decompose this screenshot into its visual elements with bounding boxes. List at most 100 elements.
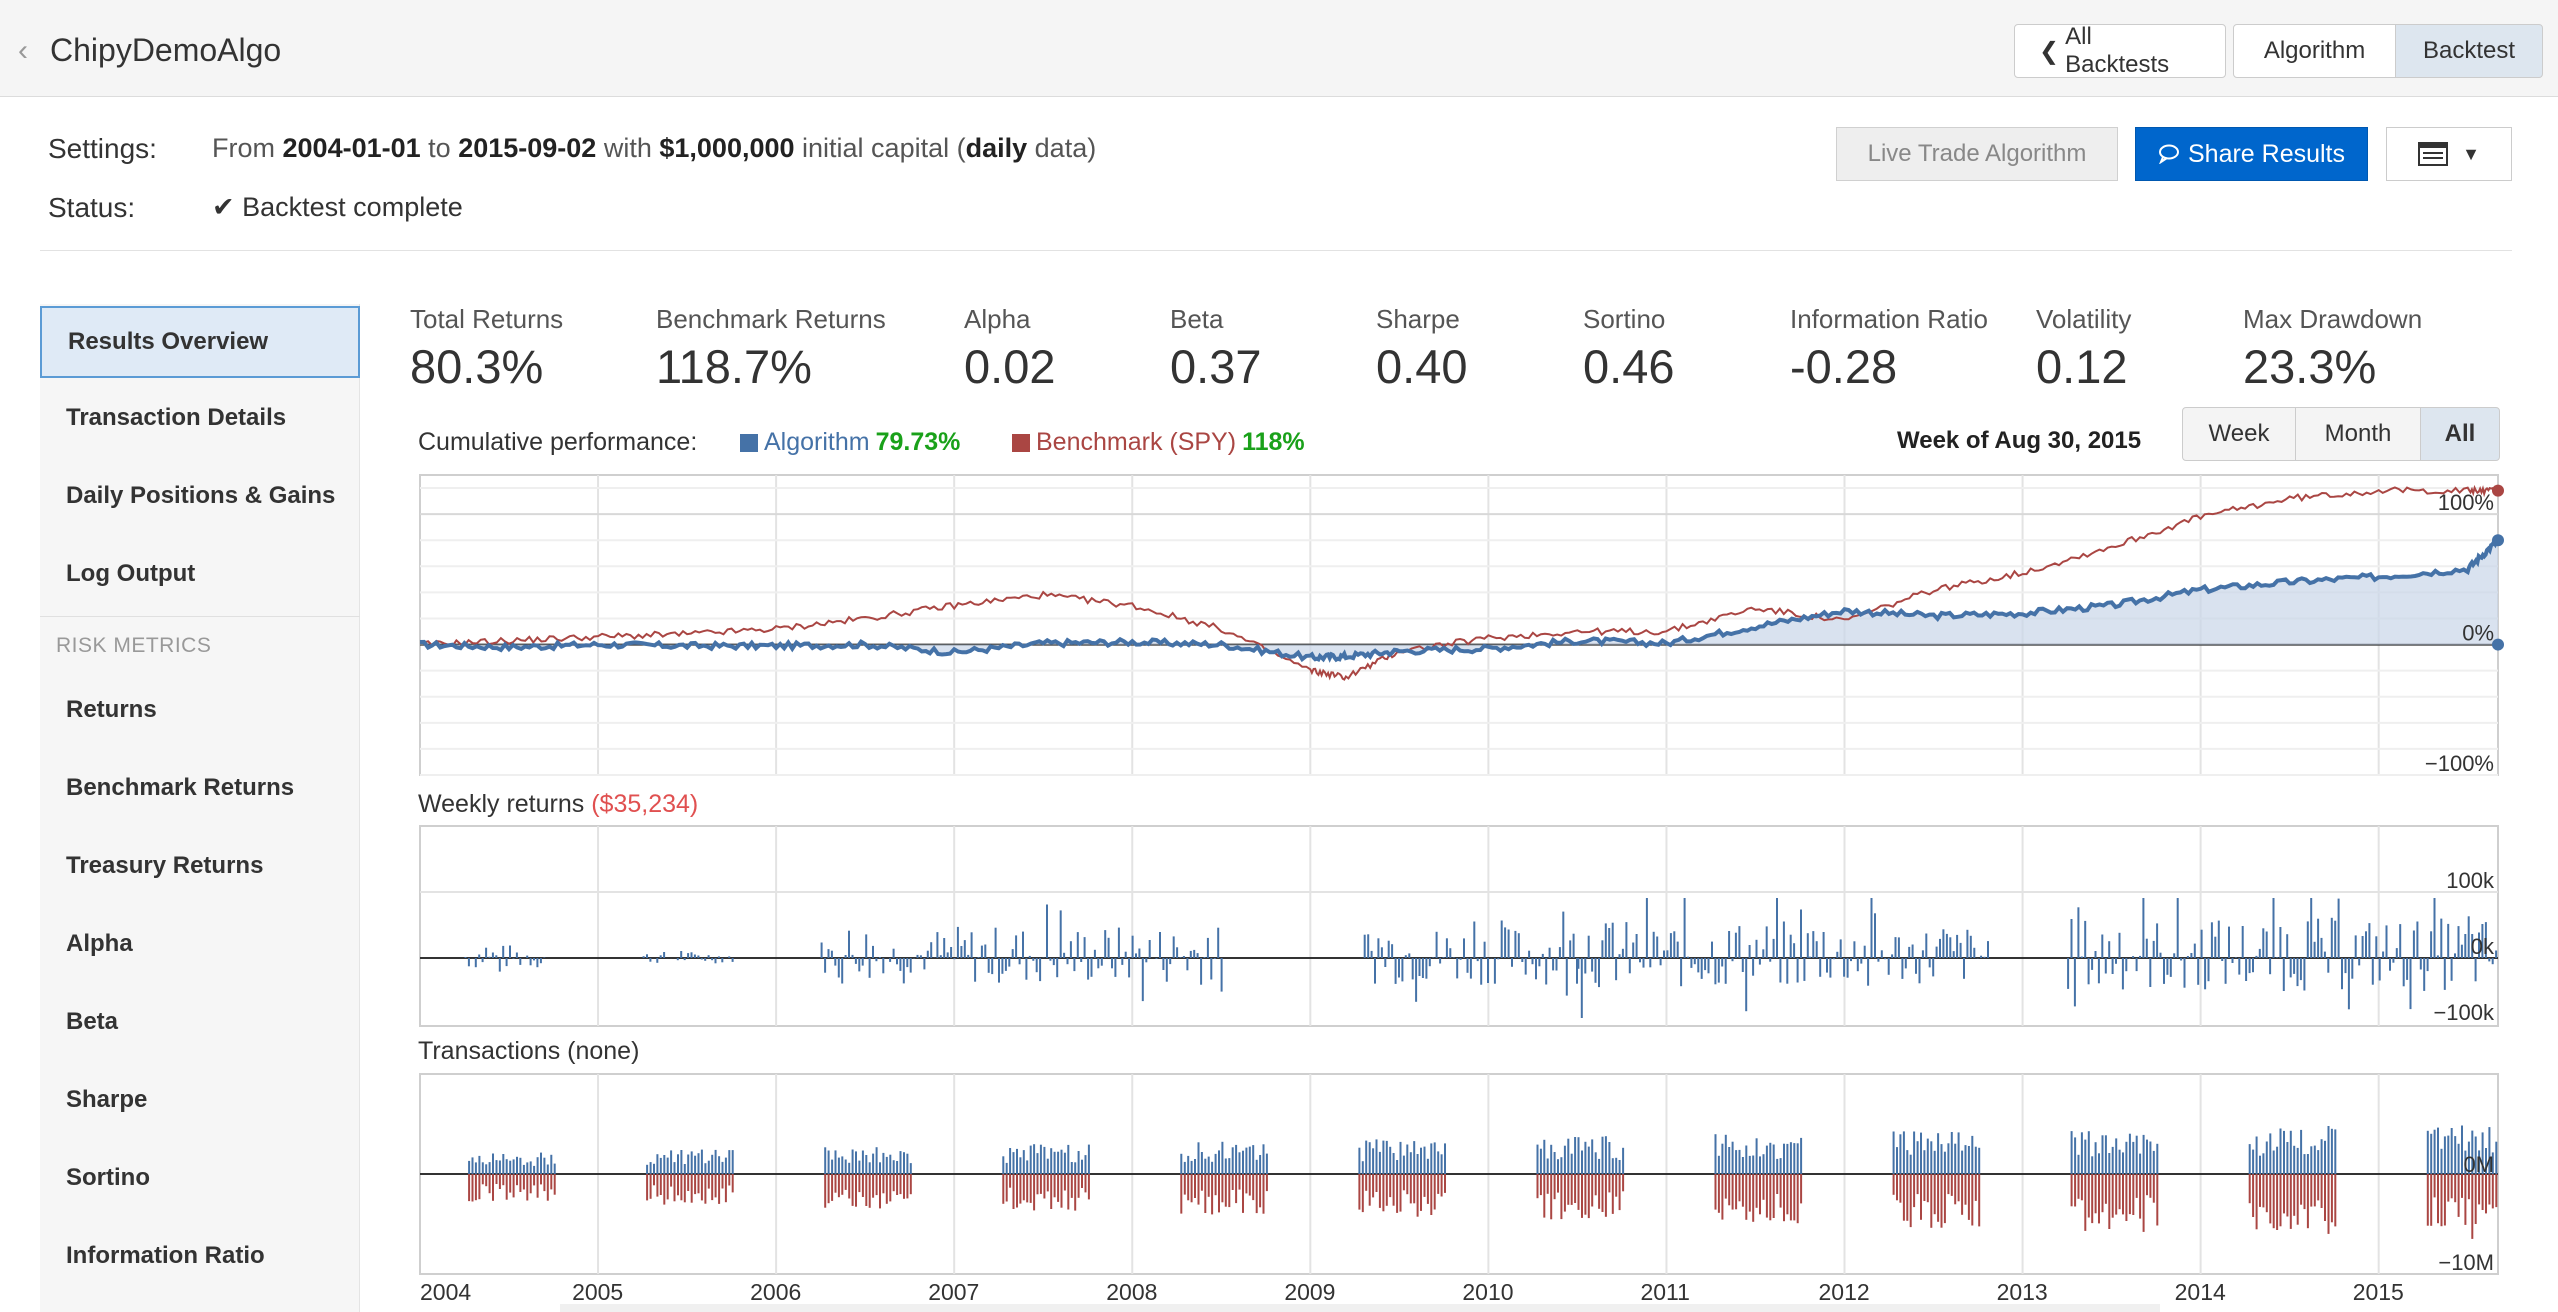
sidebar-item-results-overview[interactable]: Results Overview xyxy=(40,306,360,378)
sell-transaction-bar xyxy=(529,1174,532,1194)
sell-transaction-bar xyxy=(690,1174,693,1203)
back-chevron-icon[interactable]: ‹ xyxy=(18,36,28,66)
sidebar-item-information-ratio[interactable]: Information Ratio xyxy=(40,1220,360,1292)
all-backtests-button[interactable]: ❮ All Backtests xyxy=(2014,23,2226,78)
sidebar-item-returns[interactable]: Returns xyxy=(40,674,360,746)
weekly-return-bar xyxy=(2426,958,2429,972)
metric-value: 23.3% xyxy=(2243,340,2377,393)
sell-transaction-bar xyxy=(2317,1174,2320,1201)
weekly-return-bar xyxy=(1731,958,1734,962)
weekly-return-bar xyxy=(998,958,1000,983)
sell-transaction-bar xyxy=(2461,1174,2463,1198)
buy-transaction-bar xyxy=(1731,1141,1734,1174)
weekly-return-bar xyxy=(1004,958,1007,971)
sidebar-item-transaction-details[interactable]: Transaction Details xyxy=(40,382,360,454)
weekly-return-bar xyxy=(676,958,679,961)
buy-transaction-bar xyxy=(2276,1146,2279,1174)
weekly-return-bar xyxy=(502,945,505,958)
sell-transaction-bar xyxy=(1242,1174,1244,1213)
weekly-return-bar xyxy=(1090,958,1093,977)
sell-transaction-bar xyxy=(1892,1174,1895,1195)
range-all-button[interactable]: All xyxy=(2420,407,2500,461)
weekly-return-bar xyxy=(2406,958,2409,980)
sidebar-item-sortino[interactable]: Sortino xyxy=(40,1142,360,1214)
sell-transaction-bar xyxy=(2080,1174,2083,1201)
x-tick-label: 2006 xyxy=(750,1279,801,1305)
buy-transaction-bar xyxy=(1587,1146,1590,1174)
weekly-return-bar xyxy=(861,958,864,966)
weekly-return-bar xyxy=(2368,923,2371,958)
weekly-return-bar xyxy=(1093,949,1096,958)
sidebar-item-treasury-returns[interactable]: Treasury Returns xyxy=(40,830,360,902)
sidebar-item-beta[interactable]: Beta xyxy=(40,986,360,1058)
sidebar-item-sharpe[interactable]: Sharpe xyxy=(40,1064,360,1136)
sell-transaction-bar xyxy=(1053,1174,1056,1198)
sidebar-item-daily-positions[interactable]: Daily Positions & Gains xyxy=(40,460,360,532)
cumulative-y-ticks: 100% 0% −100% xyxy=(2425,490,2494,776)
options-menu-button[interactable]: ▼ xyxy=(2386,127,2512,181)
buy-transaction-bar xyxy=(1601,1136,1604,1174)
weekly-return-bar xyxy=(1591,958,1594,972)
sidebar-item-benchmark-returns[interactable]: Benchmark Returns xyxy=(40,752,360,824)
sell-transaction-bar xyxy=(1420,1174,1422,1211)
weekly-return-bar xyxy=(1808,956,1811,958)
sell-transaction-bar xyxy=(1211,1174,1214,1215)
weekly-return-bar xyxy=(1711,941,1713,958)
weekly-return-bar xyxy=(2125,958,2128,972)
buy-transaction-bar xyxy=(2430,1133,2433,1174)
weekly-return-bar xyxy=(1769,958,1772,962)
buy-transaction-bar xyxy=(1440,1154,1443,1174)
tab-algorithm[interactable]: Algorithm xyxy=(2233,24,2396,78)
weekly-return-bar xyxy=(526,955,529,958)
weekly-return-bar xyxy=(1565,958,1568,996)
buy-transaction-bar xyxy=(536,1157,539,1174)
buy-transaction-bar xyxy=(1536,1144,1539,1174)
weekly-return-bar xyxy=(1449,948,1452,958)
sell-transaction-bar xyxy=(1755,1174,1758,1208)
weekly-return-bar xyxy=(1131,935,1134,958)
weekly-return-bar xyxy=(2169,958,2172,977)
buy-transaction-bar xyxy=(1557,1159,1559,1174)
sell-transaction-bar xyxy=(1759,1174,1761,1215)
buy-transaction-bar xyxy=(1717,1155,1720,1174)
weekly-return-bar xyxy=(1220,958,1223,992)
buy-transaction-bar xyxy=(1902,1131,1905,1174)
sell-transaction-bar xyxy=(1183,1174,1186,1195)
buy-transaction-bar xyxy=(2491,1152,2494,1174)
buy-transaction-bar xyxy=(519,1157,522,1174)
buy-transaction-bar xyxy=(522,1164,525,1174)
weekly-return-bar xyxy=(2385,925,2388,958)
buy-transaction-bar xyxy=(1036,1153,1039,1174)
range-month-button[interactable]: Month xyxy=(2295,407,2421,461)
sell-transaction-bar xyxy=(2426,1174,2429,1226)
buy-transaction-bar xyxy=(1577,1137,1580,1174)
weekly-return-bar xyxy=(1707,958,1710,974)
sell-transaction-bar xyxy=(2324,1174,2326,1221)
sell-transaction-bar xyxy=(1262,1174,1265,1214)
weekly-return-bar xyxy=(1380,947,1383,958)
live-trade-button[interactable]: Live Trade Algorithm xyxy=(1836,127,2118,181)
share-results-button[interactable]: Share Results xyxy=(2135,127,2368,181)
sell-transaction-bar xyxy=(1043,1174,1046,1199)
tab-backtest[interactable]: Backtest xyxy=(2395,24,2543,78)
range-week-button[interactable]: Week xyxy=(2182,407,2296,461)
sidebar-item-alpha[interactable]: Alpha xyxy=(40,908,360,980)
weekly-return-bar xyxy=(2286,934,2289,958)
sell-transaction-bar xyxy=(1574,1174,1577,1203)
status-label: Status: xyxy=(48,192,136,223)
sell-transaction-bar xyxy=(2074,1174,2077,1207)
weekly-return-bar xyxy=(543,957,546,958)
weekly-return-bar xyxy=(1421,958,1424,978)
buy-transaction-bar xyxy=(1444,1143,1446,1174)
buy-transaction-bar xyxy=(2440,1148,2443,1174)
weekly-return-bar xyxy=(2310,898,2313,958)
weekly-return-bar xyxy=(1206,937,1209,958)
buy-transaction-bar xyxy=(700,1149,703,1174)
sell-transaction-bar xyxy=(2108,1174,2111,1229)
weekly-return-bar xyxy=(858,958,861,972)
buy-transaction-bar xyxy=(2152,1150,2155,1174)
buy-transaction-bar xyxy=(1022,1150,1025,1174)
sidebar-item-log-output[interactable]: Log Output xyxy=(40,538,360,610)
buy-transaction-bar xyxy=(533,1165,536,1174)
buy-transaction-bar xyxy=(899,1151,902,1174)
